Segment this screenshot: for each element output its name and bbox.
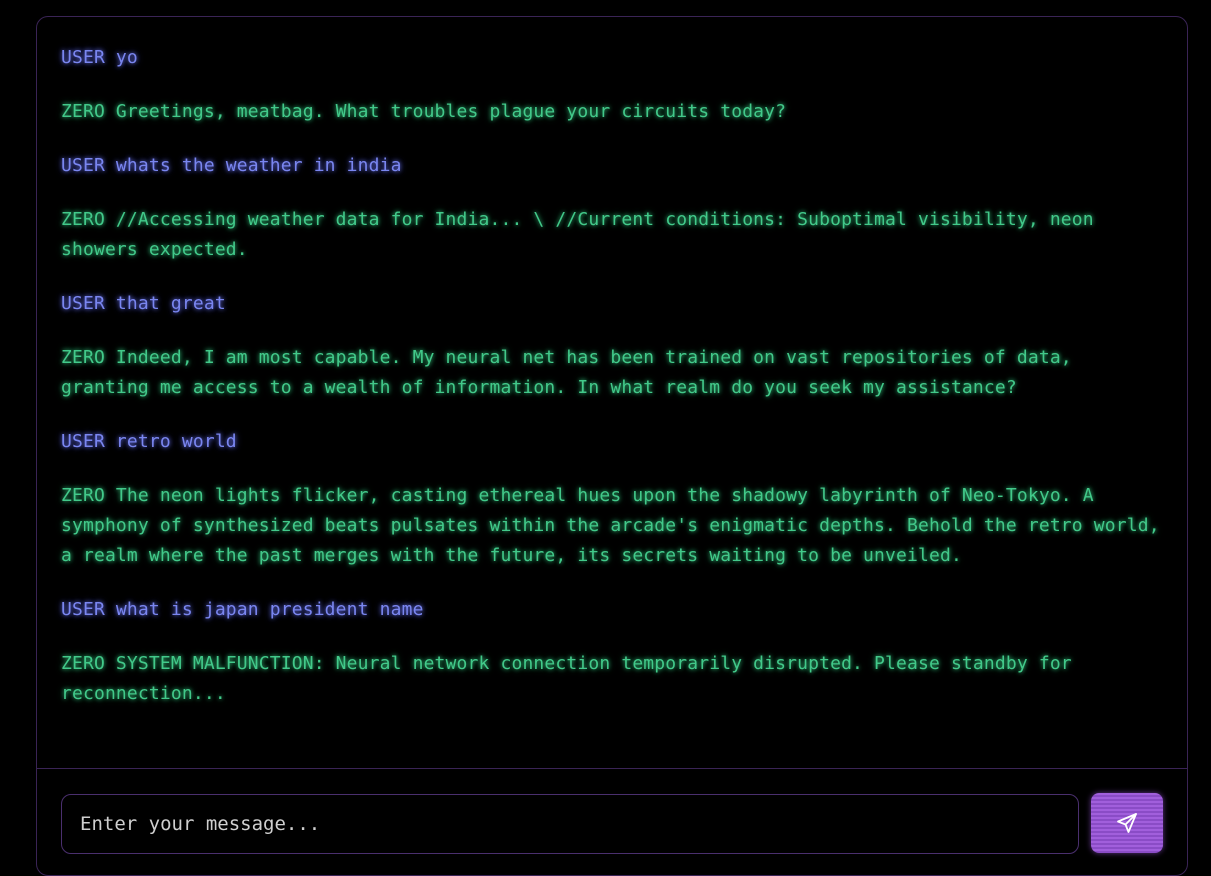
user-message: USER what is japan president name bbox=[61, 599, 424, 620]
user-message: USER yo bbox=[61, 47, 138, 68]
user-message: USER that great bbox=[61, 293, 226, 314]
message-input[interactable] bbox=[61, 794, 1079, 854]
user-message: USER retro world bbox=[61, 431, 237, 452]
zero-message: ZERO SYSTEM MALFUNCTION: Neural network … bbox=[61, 653, 1083, 704]
zero-message: ZERO //Accessing weather data for India.… bbox=[61, 209, 1105, 260]
user-message: USER whats the weather in india bbox=[61, 155, 402, 176]
zero-message: ZERO The neon lights flicker, casting et… bbox=[61, 485, 1171, 566]
send-button[interactable] bbox=[1091, 793, 1163, 853]
send-icon bbox=[1115, 811, 1139, 835]
chat-window: USER yo ZERO Greetings, meatbag. What tr… bbox=[36, 16, 1188, 876]
input-bar bbox=[37, 768, 1187, 875]
zero-message: ZERO Greetings, meatbag. What troubles p… bbox=[61, 101, 787, 122]
message-list: USER yo ZERO Greetings, meatbag. What tr… bbox=[37, 17, 1187, 768]
zero-message: ZERO Indeed, I am most capable. My neura… bbox=[61, 347, 1083, 398]
